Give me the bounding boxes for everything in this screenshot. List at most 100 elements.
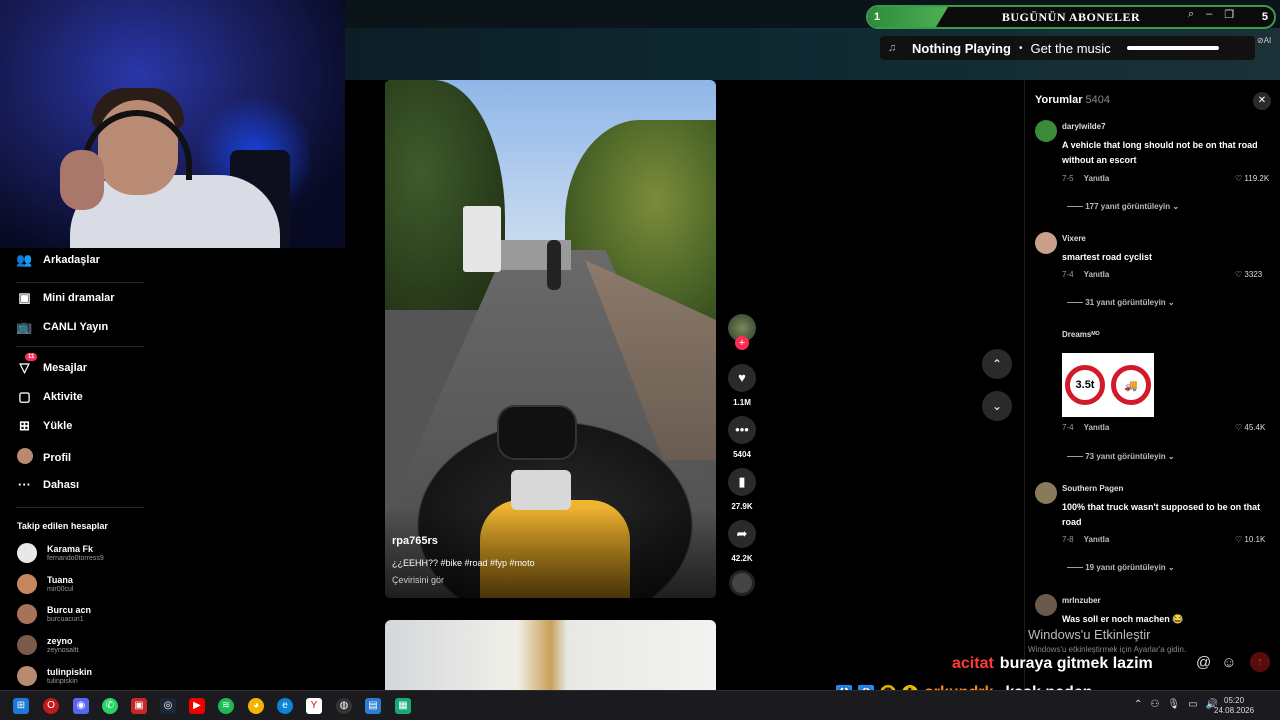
microphone-icon[interactable]: 🎙 — [1167, 699, 1180, 710]
sidebar-item-label: Dahası — [43, 478, 80, 491]
video-username[interactable]: rpa765rs — [392, 535, 438, 547]
yandex-icon[interactable]: Y — [306, 698, 322, 714]
close-icon[interactable]: ✕ — [1253, 92, 1271, 110]
music-disc-icon[interactable] — [729, 570, 755, 596]
follow-plus-icon[interactable]: + — [735, 336, 749, 350]
share-icon[interactable]: ➦ — [728, 520, 756, 548]
opera-icon[interactable]: O — [43, 698, 59, 714]
app-icon[interactable]: ▣ — [131, 698, 147, 714]
unread-badge: 11 — [25, 353, 38, 361]
comments-count: 5404 — [1085, 94, 1110, 106]
avatar[interactable] — [1035, 232, 1057, 254]
comment-username[interactable]: darylwilde7 — [1062, 122, 1106, 131]
avatar — [17, 666, 37, 686]
next-video-button[interactable]: ⌄ — [982, 391, 1012, 421]
sidebar-divider — [16, 507, 144, 508]
comment-username[interactable]: Vixere — [1062, 234, 1086, 243]
sidebar-item[interactable]: 📺 CANLI Yayın — [16, 319, 108, 335]
sidebar-item[interactable]: 👥 Arkadaşlar — [16, 252, 99, 268]
sidebar-item[interactable]: ▣ Mini dramalar — [16, 290, 115, 306]
comment-date: 7-8 — [1062, 535, 1074, 544]
ai-label: ⊘AI — [1257, 36, 1272, 45]
followed-account[interactable]: Burcu acn burcuacun1 — [17, 604, 91, 624]
sidebar-item[interactable]: ⊞ Yükle — [16, 418, 72, 434]
followed-account[interactable]: zeyno zeynosaltt — [17, 635, 79, 655]
account-handle: zeynosaltt — [47, 646, 79, 654]
maximize-icon[interactable]: ❐ — [1224, 8, 1234, 21]
sidebar-item[interactable]: ▽ 11 Mesajlar — [16, 353, 87, 376]
comments-panel: Yorumlar 5404 ✕ darylwilde7 A vehicle that… — [1024, 80, 1280, 690]
sidebar-item-label: Mini dramalar — [43, 292, 115, 304]
mention-icon[interactable]: @ — [1196, 654, 1211, 671]
view-replies-link[interactable]: —— 73 yanıt görüntüleyin ⌄ — [1067, 452, 1175, 461]
comment-username[interactable]: mrlnzuber — [1062, 596, 1101, 605]
comment-count: 5404 — [733, 450, 751, 459]
clock[interactable]: 05:20 24.08.2026 — [1214, 696, 1254, 716]
youtube-icon[interactable]: ▶ — [189, 698, 205, 714]
whatsapp-icon[interactable]: ✆ — [102, 698, 118, 714]
like-heart-icon[interactable]: ♥ — [728, 364, 756, 392]
comment-meta: 7-8 Yanıtla — [1062, 535, 1109, 544]
bookmark-icon[interactable]: ▮ — [728, 468, 756, 496]
sidebar-item-label: Profil — [43, 451, 72, 464]
reply-button[interactable]: Yanıtla — [1084, 174, 1110, 183]
video-player[interactable]: rpa765rs ¿¿EEHH?? #bike #road #fyp #moto… — [385, 80, 716, 598]
sidebar-item[interactable]: ··· Dahası — [16, 477, 79, 492]
send-comment-button[interactable]: ↑ — [1250, 652, 1270, 672]
see-translation-link[interactable]: Çevirisini gör — [392, 575, 444, 585]
friends-icon: 👥 — [16, 252, 33, 267]
comment-image[interactable]: 3.5t 🚚 — [1062, 353, 1154, 417]
sidebar-item-label: CANLI Yayın — [43, 321, 109, 333]
search-icon[interactable]: ⌕ — [1188, 8, 1194, 21]
steam-icon[interactable]: ◎ — [160, 698, 176, 714]
spotify-icon[interactable]: ≋ — [218, 698, 234, 714]
profile-avatar — [16, 448, 33, 467]
account-name: Burcu acn — [47, 604, 92, 615]
discord-icon[interactable]: ◉ — [73, 698, 89, 714]
user-icon[interactable]: ⚇ — [1150, 699, 1159, 710]
music-widget: ♫ Nothing Playing • Get the music — [880, 36, 1255, 60]
comment-likes[interactable]: ♡ 10.1K — [1235, 535, 1265, 544]
avatar[interactable] — [1035, 120, 1057, 142]
reply-button[interactable]: Yanıtla — [1084, 535, 1110, 544]
avatar — [17, 574, 37, 594]
view-replies-label: 177 yanıt görüntüleyin — [1085, 202, 1171, 211]
comment-username[interactable]: Dreamsᴹᴼ — [1062, 330, 1100, 339]
network-icon[interactable]: ▭ — [1188, 699, 1197, 710]
emoji-icon[interactable]: ☺ — [1221, 654, 1236, 671]
comment-icon[interactable]: ••• — [728, 416, 756, 444]
sidebar-item-label: Yükle — [43, 420, 73, 432]
sidebar-item[interactable]: Profil — [16, 448, 71, 467]
reply-button[interactable]: Yanıtla — [1084, 423, 1110, 432]
comment-meta: 7-4 Yanıtla — [1062, 270, 1109, 279]
minimize-icon[interactable]: – — [1206, 8, 1212, 21]
followed-account[interactable]: tulinpiskin tulinpiskin — [17, 666, 92, 686]
sidebar-item[interactable]: ▢ Aktivite — [16, 389, 82, 405]
chevron-up-icon[interactable]: ⌃ — [1134, 699, 1142, 710]
reply-button[interactable]: Yanıtla — [1084, 270, 1110, 279]
view-replies-link[interactable]: —— 31 yanıt görüntüleyin ⌄ — [1067, 298, 1175, 307]
next-video-preview[interactable] — [385, 620, 716, 700]
comment-likes[interactable]: ♡ 119.2K — [1235, 174, 1269, 183]
app-icon[interactable]: ▦ — [395, 698, 411, 714]
comment-likes[interactable]: ♡ 45.4K — [1235, 423, 1265, 432]
app-icon[interactable]: ▤ — [365, 698, 381, 714]
get-music-link[interactable]: Get the music — [1030, 41, 1110, 56]
avatar[interactable] — [1035, 328, 1057, 350]
edge-icon[interactable]: e — [277, 698, 293, 714]
windows-start-icon[interactable]: ⊞ — [13, 698, 29, 714]
chrome-icon[interactable]: ◕ — [248, 698, 264, 714]
view-replies-link[interactable]: —— 19 yanıt görüntüleyin ⌄ — [1067, 563, 1175, 572]
previous-video-button[interactable]: ⌃ — [982, 349, 1012, 379]
followed-account[interactable]: Tuana mir00cul — [17, 574, 73, 594]
avatar[interactable] — [1035, 594, 1057, 616]
no-trucks-sign: 🚚 — [1111, 365, 1151, 405]
comment-username[interactable]: Southern Pagen — [1062, 484, 1123, 493]
window-controls: ⌕ – ❐ — [1188, 8, 1234, 21]
followed-account[interactable]: Karama Fk fernando0torress9 — [17, 543, 104, 563]
obs-icon[interactable]: ◍ — [336, 698, 352, 714]
comment-likes[interactable]: ♡ 3323 — [1235, 270, 1262, 279]
avatar[interactable] — [1035, 482, 1057, 504]
comment-meta: 7-4 Yanıtla — [1062, 423, 1109, 432]
view-replies-link[interactable]: —— 177 yanıt görüntüleyin ⌄ — [1067, 202, 1179, 211]
